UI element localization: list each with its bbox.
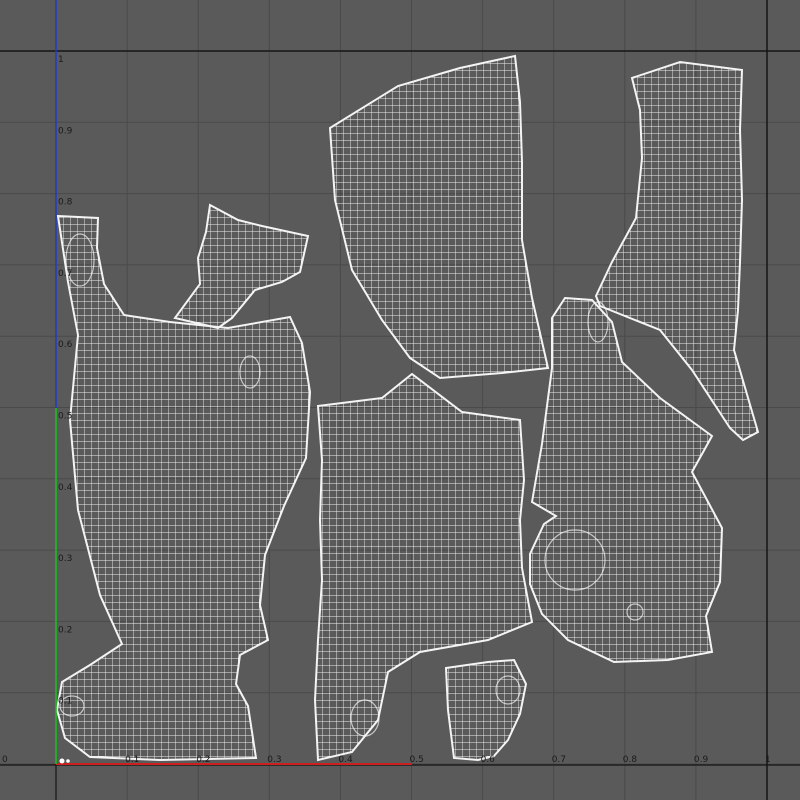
- uv-editor-viewport[interactable]: 0 0.1 0.2 0.3 0.4 0.5 0.6 0.7 0.8 0.9 1 0.1 0.2 0.3 0.…: [0, 0, 800, 800]
- u-tick-label: 0.1: [125, 755, 139, 765]
- u-tick-label: 0.3: [267, 755, 281, 765]
- u-tick-label: 0.5: [410, 755, 424, 765]
- u-tick-label: 0.9: [694, 755, 709, 765]
- u-tick-label: 0.7: [552, 755, 566, 765]
- v-tick-label: 0.6: [58, 340, 73, 350]
- v-tick-label: 0.4: [58, 483, 73, 493]
- u-tick-label: 1: [765, 755, 771, 765]
- u-tick-label: 0.8: [623, 755, 638, 765]
- v-tick-label: 0.9: [58, 126, 73, 136]
- v-tick-label: 1: [58, 55, 64, 65]
- u-tick-label: 0.2: [196, 755, 210, 765]
- u-tick-label: 0: [2, 755, 8, 765]
- origin-marker: [59, 758, 65, 764]
- v-tick-label: 0.8: [58, 198, 73, 208]
- v-tick-label: 0.3: [58, 554, 72, 564]
- v-tick-label: 0.5: [58, 412, 72, 422]
- u-tick-label: 0.4: [338, 755, 353, 765]
- u-tick-label: 0.6: [481, 755, 496, 765]
- v-tick-label: 0.2: [58, 625, 72, 635]
- v-tick-label: 0.7: [58, 269, 72, 279]
- v-tick-label: 0.1: [58, 697, 72, 707]
